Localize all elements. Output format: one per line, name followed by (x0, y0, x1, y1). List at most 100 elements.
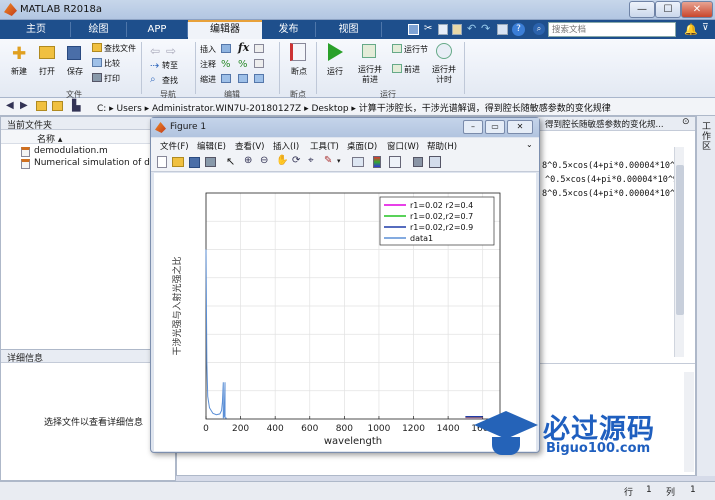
address-bar: ◀ ▶ ▙ C: ▸ Users ▸ Administrator.WIN7U-2… (0, 98, 715, 116)
brush-dropdown-icon[interactable]: ▾ (337, 157, 341, 165)
colorbar-icon[interactable] (373, 156, 381, 168)
zoom-out-icon[interactable]: ⊖ (260, 155, 268, 166)
tab-editor[interactable]: 编辑器 (188, 20, 262, 39)
file-name: demodulation.m (34, 146, 108, 156)
details-title: 详细信息 (7, 354, 44, 364)
minimize-button[interactable]: — (629, 1, 655, 18)
run-advance-button[interactable]: 运行并 前进 (358, 65, 382, 85)
vertical-scrollbar[interactable] (674, 147, 684, 357)
workspace-label[interactable]: 工作区 (702, 122, 712, 152)
switch-window-icon[interactable] (497, 24, 508, 35)
name-column-header[interactable]: 名称 ▴ (37, 132, 62, 145)
list-item[interactable]: Numerical simulation of drop (21, 158, 171, 170)
menu-dock-icon[interactable]: ⌄ (526, 140, 533, 149)
copy-quick-icon[interactable] (438, 24, 448, 35)
tab-plots[interactable]: 绘图 (71, 20, 126, 39)
open-button[interactable]: 打开 (39, 66, 55, 77)
undo-quick-icon[interactable]: ↶ (467, 22, 476, 35)
current-path[interactable]: C: ▸ Users ▸ Administrator.WIN7U-2018012… (97, 101, 611, 114)
menu-edit[interactable]: 编辑(E) (197, 140, 226, 152)
expand-toolstrip-icon[interactable]: ⊽ (702, 23, 709, 33)
legend-icon[interactable] (389, 156, 401, 168)
find-files-button[interactable]: 查找文件 (104, 43, 136, 54)
new-icon: ✚ (12, 44, 27, 64)
legend[interactable]: r1=0.02 r2=0.4 r1=0.02,r2=0.7 r1=0.02,r2=0… (379, 196, 495, 246)
figure-logo-icon (155, 122, 166, 133)
code-line[interactable]: ^0.5×cos(4+pi*0.00004*10^9. (545, 175, 683, 185)
maximize-button[interactable]: ☐ (655, 1, 681, 18)
details-hint: 选择文件以查看详细信息 (44, 418, 144, 428)
editor-tab[interactable]: 得到腔长随敏感参数的变化规... (545, 118, 664, 130)
figure-minimize-button[interactable]: – (463, 120, 483, 134)
matlab-logo-icon (4, 3, 17, 16)
hide-plot-tools-icon[interactable] (413, 157, 423, 167)
list-item[interactable]: demodulation.m (21, 146, 171, 158)
tab-apps[interactable]: APP (127, 20, 187, 39)
print-button[interactable]: 打印 (104, 73, 120, 84)
goto-button[interactable]: 转至 (162, 60, 178, 71)
comment-button[interactable]: 注释 (200, 59, 216, 70)
menu-tools[interactable]: 工具(T) (310, 140, 339, 152)
menu-help[interactable]: 帮助(H) (427, 140, 457, 152)
rotate-icon[interactable]: ⟳ (292, 155, 300, 166)
show-plot-tools-icon[interactable] (429, 156, 441, 168)
data-cursor-icon[interactable]: ⌖ (308, 155, 314, 166)
menu-desktop[interactable]: 桌面(D) (347, 140, 377, 152)
help-quick-icon[interactable]: ? (512, 23, 525, 36)
insert-button[interactable]: 插入 (200, 44, 216, 55)
x-tick-label: 0 (203, 424, 209, 434)
folder-up-icon[interactable] (36, 101, 47, 111)
link-plot-icon[interactable] (352, 157, 364, 167)
menu-insert[interactable]: 插入(I) (273, 140, 299, 152)
new-figure-icon[interactable] (157, 156, 167, 168)
open-file-icon[interactable] (172, 157, 184, 167)
figure-close-button[interactable]: ✕ (507, 120, 533, 134)
forward-icon[interactable]: ▶ (20, 100, 28, 111)
tab-publish[interactable]: 发布 (262, 20, 315, 39)
editor-actions-icon[interactable]: ⊙ (682, 117, 690, 127)
run-button[interactable]: 运行 (327, 66, 343, 77)
file-name: Numerical simulation of drop (34, 158, 165, 168)
tab-home[interactable]: 主页 (2, 20, 70, 39)
x-tick-label: 600 (301, 424, 318, 434)
legend-entry: r1=0.02,r2=0.9 (410, 223, 473, 232)
advance-button[interactable]: 前进 (404, 64, 420, 75)
menu-window[interactable]: 窗口(W) (387, 140, 419, 152)
pan-icon[interactable]: ✋ (276, 155, 288, 166)
notification-icon[interactable]: 🔔 (684, 23, 698, 36)
zoom-in-icon[interactable]: ⊕ (244, 155, 252, 166)
paste-quick-icon[interactable] (452, 24, 462, 35)
pointer-icon[interactable]: ↖ (226, 155, 235, 168)
breakpoints-button[interactable]: 断点 (291, 66, 307, 77)
wrap-icon (254, 59, 264, 68)
run-time-button[interactable]: 运行并 计时 (432, 65, 456, 85)
brush-icon[interactable]: ✎ (324, 155, 332, 166)
compare-button[interactable]: 比较 (104, 58, 120, 69)
open-icon (39, 46, 55, 59)
save-button[interactable]: 保存 (67, 66, 83, 77)
tab-view[interactable]: 视图 (316, 20, 381, 39)
search-input[interactable] (548, 22, 676, 37)
status-bar: 行 1 列 1 (0, 481, 715, 500)
menu-view[interactable]: 查看(V) (235, 140, 264, 152)
code-line[interactable]: 8^0.5×cos(4+pi*0.00004*10^9. (542, 161, 685, 171)
back-icon[interactable]: ◀ (6, 100, 14, 111)
find-button[interactable]: 查找 (162, 75, 178, 86)
figure-menu-bar: 文件(F) 编辑(E) 查看(V) 插入(I) 工具(T) 桌面(D) 窗口(W… (151, 138, 539, 153)
menu-file[interactable]: 文件(F) (160, 140, 189, 152)
run-section-button[interactable]: 运行节 (404, 44, 428, 55)
save-quick-icon[interactable] (408, 24, 419, 35)
save-figure-icon[interactable] (189, 157, 200, 168)
function-dropdown-icon[interactable] (254, 44, 264, 53)
figure-window: Figure 1 – ▭ ✕ 文件(F) 编辑(E) 查看(V) 插入(I) 工… (150, 117, 540, 453)
cut-quick-icon[interactable]: ✂ (424, 23, 432, 34)
run-time-icon (436, 43, 452, 59)
close-button[interactable]: ✕ (681, 1, 713, 18)
print-figure-icon[interactable] (205, 157, 216, 167)
new-button[interactable]: 新建 (11, 66, 27, 77)
indent-button[interactable]: 缩进 (200, 74, 216, 85)
redo-quick-icon[interactable]: ↷ (481, 22, 490, 35)
browse-folder-icon[interactable] (52, 101, 63, 111)
figure-maximize-button[interactable]: ▭ (485, 120, 505, 134)
code-line[interactable]: 8^0.5×cos(4+pi*0.00004*10^9. (542, 189, 685, 199)
